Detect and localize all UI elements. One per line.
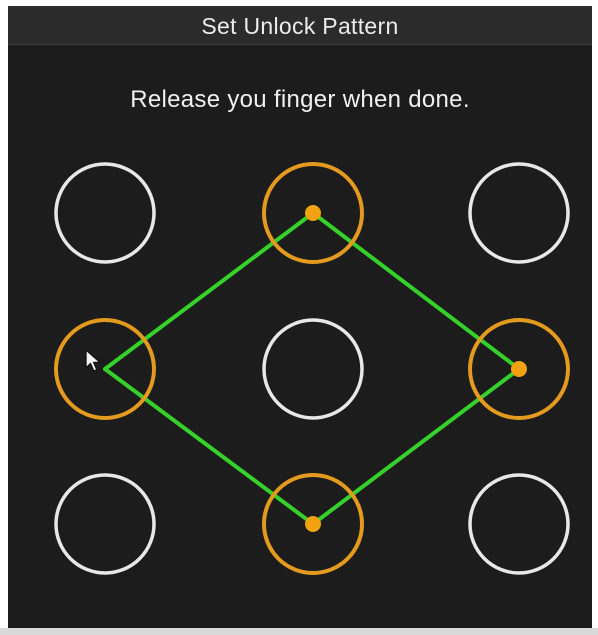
pattern-node-6[interactable] xyxy=(468,318,570,420)
pattern-node-5[interactable] xyxy=(262,318,364,420)
arrow-cursor-icon xyxy=(85,349,101,372)
pattern-node-8-dot xyxy=(305,516,321,532)
pattern-node-3[interactable] xyxy=(468,162,570,264)
bottom-edge-strip xyxy=(0,628,598,635)
pattern-node-2-dot xyxy=(305,205,321,221)
pattern-node-8[interactable] xyxy=(262,473,364,575)
pattern-node-9[interactable] xyxy=(468,473,570,575)
pattern-node-7[interactable] xyxy=(54,473,156,575)
pattern-segment-8-4 xyxy=(103,367,315,526)
pattern-node-1[interactable] xyxy=(54,162,156,264)
pattern-segment-2-6 xyxy=(311,211,521,371)
pattern-grid[interactable] xyxy=(0,0,598,628)
pattern-segment-6-8 xyxy=(311,367,521,526)
pattern-node-6-dot xyxy=(511,361,527,377)
pattern-nodes[interactable] xyxy=(54,162,570,575)
pattern-segment-4-2 xyxy=(103,211,315,371)
pattern-node-2[interactable] xyxy=(262,162,364,264)
pattern-path xyxy=(103,211,521,526)
